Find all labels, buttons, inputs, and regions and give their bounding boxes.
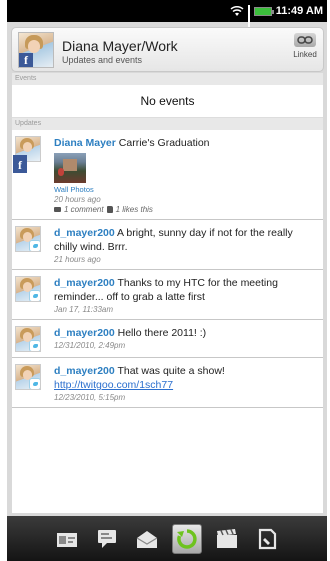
mail-icon [136,530,158,548]
gallery-icon [217,528,237,548]
avatar [15,364,41,390]
update-time: 20 hours ago [54,195,101,204]
contact-avatar[interactable]: f [18,32,54,68]
events-section-label: Events [12,73,323,85]
like-icon [106,206,113,213]
call-history-icon [258,528,277,549]
tab-call-history[interactable] [252,524,282,554]
link-icon [294,33,316,47]
updates-section-label: Updates [12,118,323,130]
signal-strength-icon [247,5,250,32]
contact-subtitle: Updates and events [62,55,143,65]
update-author[interactable]: d_mayer200 [54,327,115,339]
wifi-icon [230,5,244,17]
battery-icon [253,6,274,16]
update-time: Jan 17, 11:33am [54,305,114,314]
update-text: That was quite a show! [114,365,225,377]
update-author[interactable]: Diana Mayer [54,137,116,149]
contact-header: f Diana Mayer/Work Updates and events Li… [11,27,324,72]
comment-count[interactable]: 1 comment [64,205,104,214]
no-events-message: No events [12,85,323,118]
update-item[interactable]: d_mayer200 Thanks to my HTC for the meet… [12,270,323,320]
update-link[interactable]: http://twitgoo.com/1sch77 [54,379,173,391]
twitter-icon [29,290,40,301]
update-item[interactable]: d_mayer200 That was quite a show! http:/… [12,358,323,408]
update-author[interactable]: d_mayer200 [54,365,115,377]
update-text: Carrie's Graduation [115,137,210,149]
tab-messages[interactable] [92,524,122,554]
avatar [15,276,41,302]
facebook-icon: f [13,155,27,173]
update-meta: 1 comment 1 likes this [54,205,317,214]
avatar [15,326,41,352]
update-text: Hello there 2011! :) [114,327,207,339]
updates-refresh-icon [177,528,197,549]
like-count[interactable]: 1 likes this [116,205,153,214]
contact-card-icon [57,532,77,547]
update-item[interactable]: f Diana Mayer Carrie's Graduation Wall P… [12,130,323,220]
update-time: 12/31/2010, 2:49pm [54,341,126,350]
update-time: 21 hours ago [54,255,101,264]
tab-mail[interactable] [132,524,162,554]
update-item[interactable]: d_mayer200 Hello there 2011! :) 12/31/20… [12,320,323,358]
twitter-icon [29,240,40,251]
twitter-icon [29,378,40,389]
linked-button[interactable]: Linked [291,33,319,59]
avatar [15,226,41,252]
messages-icon [98,529,116,548]
contact-name: Diana Mayer/Work [62,38,178,54]
content-panel: Events No events Updates f Diana Mayer C… [12,73,323,513]
facebook-icon: f [19,53,33,67]
photo-thumbnail[interactable] [54,153,86,183]
status-bar: 11:49 AM [7,0,327,32]
status-clock: 11:49 AM [275,5,323,17]
comment-icon [54,207,61,212]
bottom-toolbar [7,516,327,561]
tab-contact-details[interactable] [52,524,82,554]
linked-label: Linked [293,50,317,59]
update-time: 12/23/2010, 5:15pm [54,393,126,402]
tab-gallery[interactable] [212,524,242,554]
tab-updates[interactable] [172,523,202,554]
wall-photos-link[interactable]: Wall Photos [54,185,317,194]
update-author[interactable]: d_mayer200 [54,277,115,289]
update-author[interactable]: d_mayer200 [54,227,115,239]
twitter-icon [29,340,40,351]
phone-screen: 11:49 AM f Diana Mayer/Work Updates and … [7,0,327,561]
update-item[interactable]: d_mayer200 A bright, sunny day if not fo… [12,220,323,270]
